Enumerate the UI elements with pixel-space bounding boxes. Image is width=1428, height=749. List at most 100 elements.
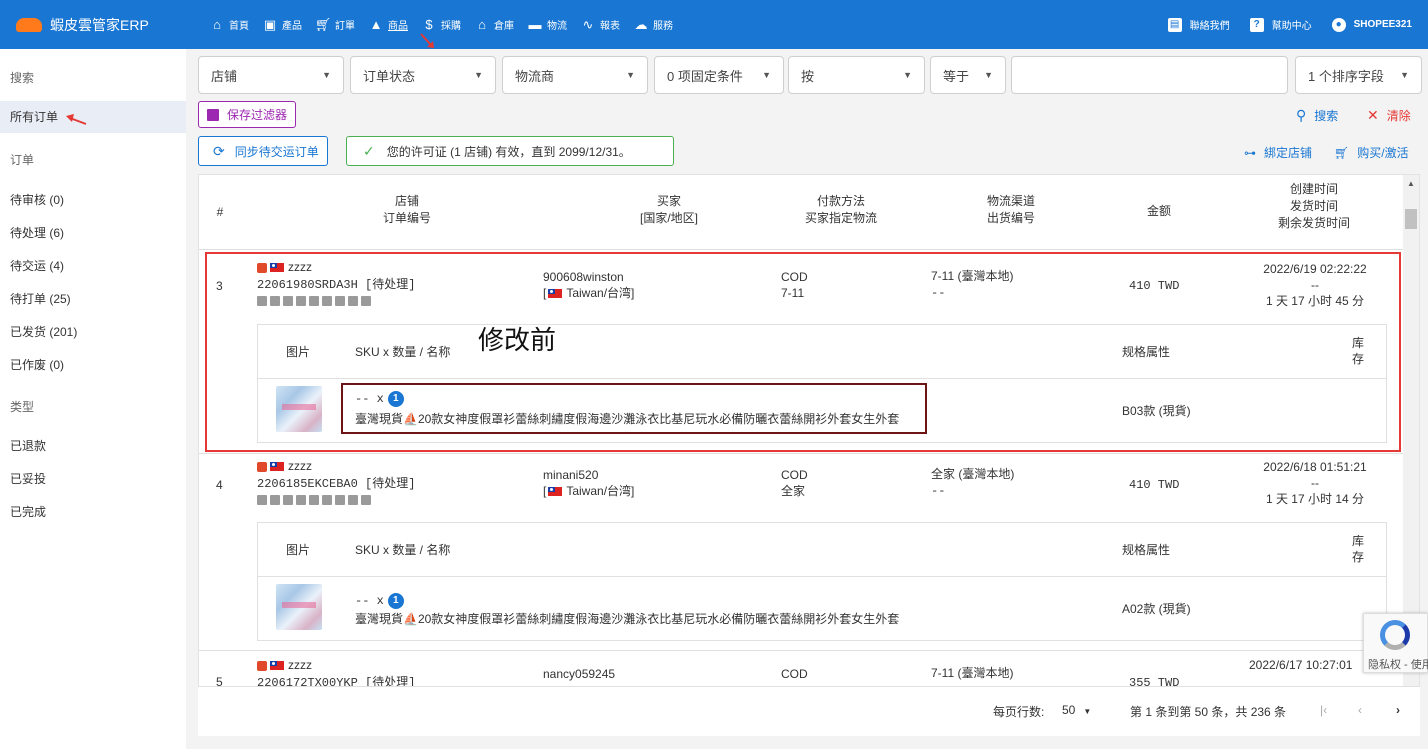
col-num: # xyxy=(216,205,224,219)
payment-method: COD xyxy=(781,468,808,482)
shopee-bag-icon xyxy=(257,461,267,472)
check-icon[interactable] xyxy=(348,495,358,505)
brand[interactable]: 蝦皮雲管家ERP xyxy=(0,15,186,35)
save-filter-button[interactable]: 保存过滤器 xyxy=(198,101,297,128)
buyer-name[interactable]: nancy059245 xyxy=(543,666,615,682)
verify-icon[interactable] xyxy=(361,495,371,505)
scroll-thumb[interactable] xyxy=(1405,209,1417,229)
order-tools xyxy=(257,493,371,505)
nav-services[interactable]: ☁ 服務 xyxy=(634,17,674,32)
shop-select[interactable]: 店铺 ▼ xyxy=(198,56,344,94)
nav-reports[interactable]: ∿ 報表 xyxy=(581,17,620,32)
home-icon: ⌂ xyxy=(213,17,221,32)
sidebar-item-shipped[interactable]: 已发货 (201) xyxy=(10,323,77,340)
bind-shop-button[interactable]: ⊶ 綁定店铺 xyxy=(1244,144,1312,161)
payment-method: COD xyxy=(781,667,808,681)
caret-down-icon: ▼ xyxy=(903,70,912,80)
sidebar-group-type: 类型 xyxy=(10,400,35,414)
nav-items[interactable]: ▲ 商品 xyxy=(369,17,408,32)
nav-orders[interactable]: 🛒︎ 訂單 xyxy=(314,17,355,32)
items-header: 图片 SKU x 数量 / 名称 规格属性 库存 xyxy=(258,523,1386,577)
warehouse-icon: ⌂ xyxy=(478,17,486,32)
split-icon[interactable] xyxy=(335,495,345,505)
search-button[interactable]: ⚲ 搜索 xyxy=(1296,107,1338,124)
check-circle-icon: ✓ xyxy=(363,142,375,159)
item-name[interactable]: 臺灣現貨⛵20款女神度假罩衫蕾絲刺繡度假海邊沙灘泳衣比基尼玩水必備防曬衣蕾絲開衫… xyxy=(355,611,899,627)
col-payment[interactable]: 付款方法 买家指定物流 xyxy=(779,193,903,227)
sidebar-all-orders[interactable]: 所有订单 xyxy=(0,101,186,133)
order-number[interactable]: 2206185EKCEBA0 [待处理] xyxy=(257,476,415,492)
nav-purchase[interactable]: $ 採購 xyxy=(422,17,461,32)
order-amount: 410 TWD xyxy=(1129,478,1180,492)
recaptcha-badge[interactable]: 隐私权 - 使用条款 xyxy=(1363,613,1428,673)
close-icon: ✕ xyxy=(1367,107,1379,123)
col-amount[interactable]: 金额 xyxy=(1129,203,1189,220)
user-menu[interactable]: ● SHOPEE321 xyxy=(1331,17,1412,32)
truck-icon: ▬ xyxy=(528,17,542,32)
recaptcha-text[interactable]: 隐私权 - 使用条款 xyxy=(1368,656,1428,672)
taiwan-flag-icon xyxy=(270,661,284,671)
order-action-icons[interactable] xyxy=(257,495,371,505)
col-times[interactable]: 创建时间 发货时间 剩余发货时间 xyxy=(1249,181,1379,232)
sidebar-item-to-ship[interactable]: 待交运 (4) xyxy=(10,257,64,274)
app-title: 蝦皮雲管家ERP xyxy=(50,16,149,33)
sidebar-search[interactable]: 搜索 xyxy=(10,69,34,86)
dollar-icon: $ xyxy=(425,17,433,32)
note-icon[interactable] xyxy=(309,495,319,505)
print-icon[interactable] xyxy=(296,495,306,505)
first-page-icon[interactable]: |‹ xyxy=(1320,703,1327,717)
col-channel[interactable]: 物流渠道 出货编号 xyxy=(951,193,1071,227)
save-icon xyxy=(207,108,219,121)
nav-products[interactable]: ▣ 產品 xyxy=(263,17,302,32)
sidebar-item-delivered[interactable]: 已妥投 xyxy=(10,470,46,487)
sidebar-item-to-print[interactable]: 待打单 (25) xyxy=(10,290,71,307)
help-center-link[interactable]: ? 幫助中心 xyxy=(1249,17,1312,32)
sync-orders-button[interactable]: ⟳ 同步待交运订单 xyxy=(198,136,328,166)
barcode-icon[interactable] xyxy=(257,495,267,505)
nav-home[interactable]: ⌂ 首頁 xyxy=(210,17,249,32)
brand-logo-icon xyxy=(16,17,42,32)
bag-icon: ▣ xyxy=(263,17,277,32)
rows-per-page-label: 每页行数: xyxy=(993,705,1045,719)
nav-warehouse[interactable]: ⌂ 倉庫 xyxy=(475,17,514,32)
order-status-select[interactable]: 订单状态 ▼ xyxy=(350,56,496,94)
sidebar-item-pending[interactable]: 待处理 (6) xyxy=(10,224,64,241)
nav-logistics[interactable]: ▬ 物流 xyxy=(528,17,568,32)
sidebar-item-completed[interactable]: 已完成 xyxy=(10,503,46,520)
user-avatar-icon: ● xyxy=(1331,17,1346,32)
col-shop[interactable]: 店铺 订单编号 xyxy=(347,193,467,227)
scroll-up-icon[interactable]: ▲ xyxy=(1407,179,1415,188)
filter-value-input[interactable] xyxy=(1011,56,1288,94)
qrcode-icon[interactable] xyxy=(270,495,280,505)
prev-page-icon[interactable]: ‹ xyxy=(1358,703,1362,717)
cancel-icon[interactable] xyxy=(322,495,332,505)
col-buyer[interactable]: 买家 [国家/地区] xyxy=(599,193,739,227)
contact-us-link[interactable]: ▤ 聯絡我們 xyxy=(1167,17,1230,32)
caret-down-icon: ▼ xyxy=(762,70,771,80)
buyer-name[interactable]: minani520 xyxy=(543,467,598,483)
buy-activate-button[interactable]: 🛒︎ 购买/激活 xyxy=(1334,144,1409,161)
logistics-channel: 全家 (臺灣本地) xyxy=(931,467,1015,481)
clear-button[interactable]: ✕ 清除 xyxy=(1367,107,1411,124)
caret-down-icon: ▼ xyxy=(474,70,483,80)
help-icon: ? xyxy=(1249,17,1264,32)
caret-down-icon: ▼ xyxy=(322,70,331,80)
product-thumbnail[interactable] xyxy=(276,584,322,630)
cart-icon: 🛒︎ xyxy=(1334,145,1350,160)
cart-icon: 🛒︎ xyxy=(314,17,332,32)
pagination-bar: 每页行数: 50 ▼ 第 1 条到第 50 条，共 236 条 |‹ ‹ › xyxy=(198,686,1420,736)
next-page-icon[interactable]: › xyxy=(1396,703,1400,717)
fixed-conditions-button[interactable]: 0 项固定条件 ▼ xyxy=(654,56,784,94)
sidebar-item-voided[interactable]: 已作废 (0) xyxy=(10,356,64,373)
caret-down-icon: ▼ xyxy=(626,70,635,80)
operator-select[interactable]: 等于 ▼ xyxy=(930,56,1006,94)
sidebar-item-pending-review[interactable]: 待审核 (0) xyxy=(10,191,64,208)
pin-icon[interactable] xyxy=(283,495,293,505)
by-field-select[interactable]: 按 ▼ xyxy=(788,56,925,94)
shopee-bag-icon xyxy=(257,660,267,671)
sort-fields-button[interactable]: 1 个排序字段 ▼ xyxy=(1295,56,1422,94)
row-divider xyxy=(199,453,1404,454)
logistics-select[interactable]: 物流商 ▼ xyxy=(502,56,648,94)
sidebar-item-refunded[interactable]: 已退款 xyxy=(10,437,46,454)
rows-per-page-select[interactable]: 50 ▼ xyxy=(1062,703,1091,717)
